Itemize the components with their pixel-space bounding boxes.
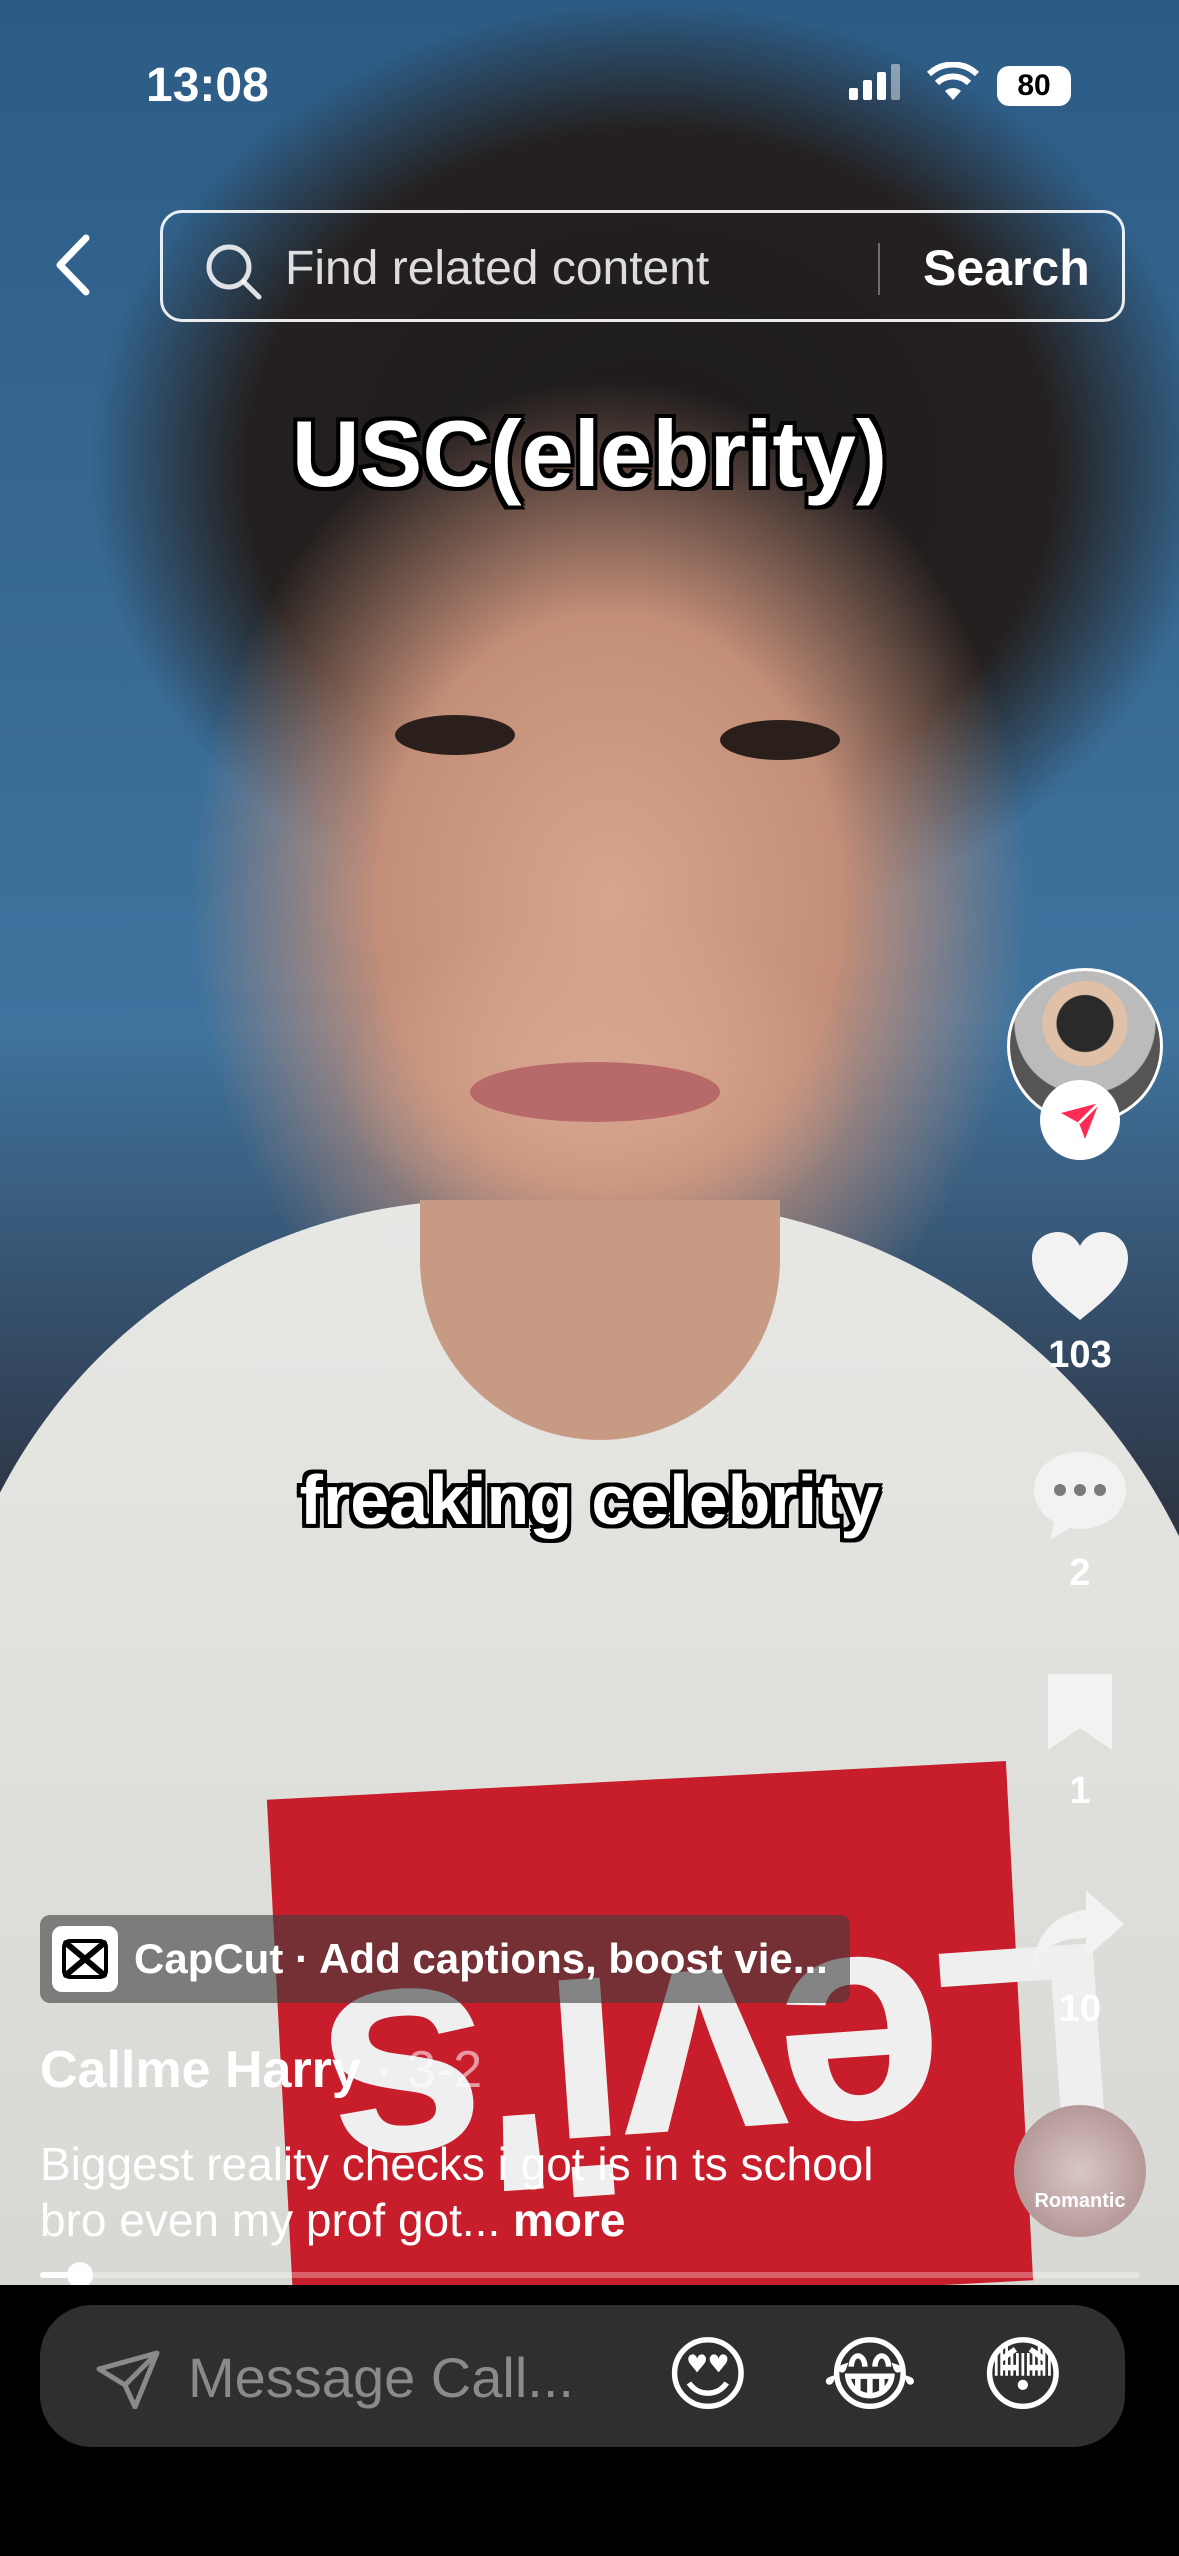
more-link[interactable]: more — [513, 2194, 625, 2246]
post-description[interactable]: Biggest reality checks i got is in ts sc… — [40, 2136, 940, 2248]
share-count: 10 — [1058, 1988, 1102, 2030]
description-text: Biggest reality checks i got is in ts sc… — [40, 2138, 874, 2246]
video-right-eye — [720, 720, 840, 760]
send-arrow-icon — [1061, 1101, 1101, 1139]
wifi-icon — [927, 62, 979, 100]
video-caption-mid: freaking celebrity — [299, 1461, 880, 1539]
back-button[interactable] — [48, 230, 98, 300]
author-line[interactable]: Callme Harry · 3-2 — [40, 2040, 482, 2100]
video-mouth — [470, 1062, 720, 1122]
send-icon — [96, 2350, 160, 2409]
save-count: 1 — [1069, 1770, 1091, 1812]
chevron-left-icon — [56, 234, 90, 296]
post-date: 3-2 — [407, 2041, 483, 2099]
capcut-promo-banner[interactable]: CapCut · Add captions, boost vie... — [40, 1915, 850, 2003]
share-icon[interactable] — [1030, 1886, 1126, 1972]
emoji-tears-of-joy[interactable]: 😂 — [822, 2335, 918, 2417]
emoji-heart-eyes[interactable]: 😍 — [665, 2335, 750, 2417]
message-bar[interactable]: Message Call... 😍 😂 😳 — [40, 2305, 1125, 2447]
video-caption-top: USC(elebrity) — [291, 401, 888, 506]
follow-button[interactable] — [1040, 1080, 1120, 1160]
search-divider — [878, 243, 880, 295]
comment-icon[interactable] — [1030, 1448, 1130, 1542]
status-icons — [849, 62, 979, 102]
video-left-eye — [395, 715, 515, 755]
capcut-promo-text: CapCut · Add captions, boost vie... — [134, 1935, 828, 1982]
search-button[interactable]: Search — [923, 239, 1090, 297]
author-name[interactable]: Callme Harry — [40, 2041, 361, 2099]
message-input[interactable]: Message Call... — [188, 2345, 574, 2410]
like-count: 103 — [1048, 1334, 1112, 1376]
search-input[interactable]: Find related content — [285, 241, 709, 296]
bookmark-icon[interactable] — [1042, 1670, 1118, 1754]
status-time: 13:08 — [146, 59, 269, 112]
capcut-logo-icon — [52, 1926, 118, 1992]
search-icon — [206, 244, 262, 300]
battery-indicator: 80 — [997, 66, 1071, 106]
progress-track[interactable] — [40, 2272, 1140, 2278]
heart-icon[interactable] — [1030, 1230, 1130, 1322]
comment-count: 2 — [1069, 1552, 1091, 1594]
cellular-signal-icon — [849, 64, 900, 100]
music-label: Romantic — [1034, 2190, 1126, 2212]
music-disc[interactable]: Romantic — [1014, 2105, 1146, 2237]
search-bar[interactable]: Find related content Search — [160, 210, 1125, 322]
emoji-flushed[interactable]: 😳 — [980, 2335, 1065, 2417]
